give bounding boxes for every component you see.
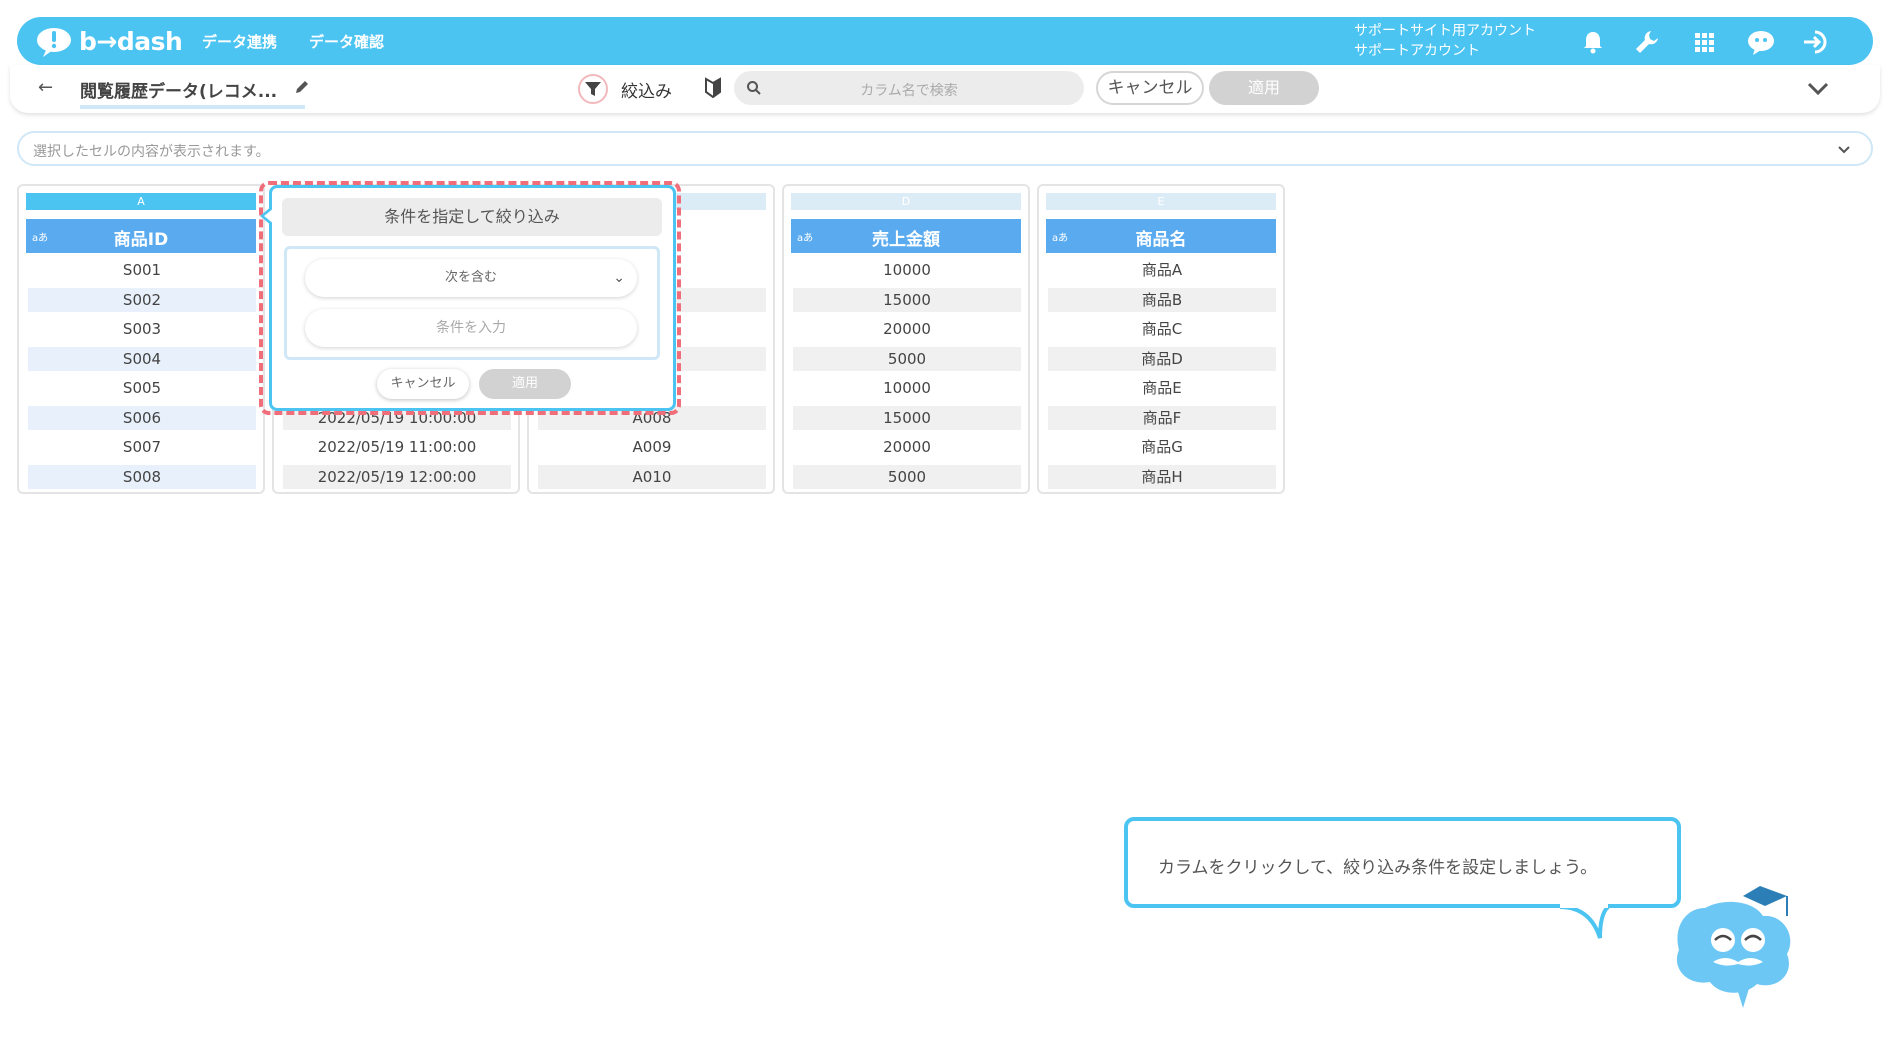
condition-input[interactable]: 条件を入力 — [305, 309, 637, 347]
mascot-character-icon — [1676, 886, 1791, 1008]
operator-value: 次を含む — [444, 270, 497, 285]
tip-speech-bubble: カラムをクリックして、絞り込み条件を設定しましょう。 — [1124, 817, 1681, 908]
table-cell[interactable]: A010 — [538, 464, 766, 489]
table-cell[interactable]: 5000 — [793, 464, 1021, 489]
back-arrow-icon[interactable]: ← — [38, 77, 53, 98]
table-cell[interactable]: S006 — [28, 405, 256, 430]
table-cell[interactable]: S002 — [28, 287, 256, 312]
column-name: 商品名 — [1135, 230, 1187, 250]
condition-panel: 次を含む ⌄ 条件を入力 — [284, 246, 660, 360]
table-cell[interactable]: 商品G — [1048, 435, 1276, 459]
table-cell[interactable]: S007 — [28, 435, 256, 459]
beginner-mark-icon[interactable] — [703, 77, 723, 103]
table-cell[interactable]: S005 — [28, 376, 256, 400]
account-info[interactable]: サポートサイト用アカウント サポートアカウント — [1354, 21, 1536, 61]
table-cell[interactable]: 2022/05/19 11:00:00 — [283, 435, 511, 459]
chat-icon[interactable] — [1745, 27, 1775, 57]
popup-cancel-button[interactable]: キャンセル — [377, 369, 469, 399]
table-cell[interactable]: 商品H — [1048, 464, 1276, 489]
table-cell[interactable]: S004 — [28, 346, 256, 371]
bell-icon[interactable] — [1578, 27, 1608, 57]
popup-apply-button[interactable]: 適用 — [479, 369, 571, 399]
table-cell[interactable]: 20000 — [793, 435, 1021, 459]
column-header[interactable]: aあ 商品名 — [1046, 219, 1276, 253]
sheet-title[interactable]: 閲覧履歴データ(レコメ... — [80, 77, 305, 109]
table-cell[interactable]: 商品B — [1048, 287, 1276, 312]
table-cell[interactable]: S001 — [28, 258, 256, 282]
filter-funnel-icon[interactable] — [578, 74, 608, 104]
sheet-toolbar: ← 閲覧履歴データ(レコメ... 絞込み カラム名で検索 キャンセル 適用 — [10, 65, 1880, 113]
toolbar-cancel-button[interactable]: キャンセル — [1096, 71, 1204, 105]
table-cell[interactable]: 商品F — [1048, 405, 1276, 430]
column-letter[interactable]: D — [791, 193, 1021, 210]
column-search-placeholder: カラム名で検索 — [860, 83, 958, 99]
table-cell[interactable]: S003 — [28, 317, 256, 341]
table-cell[interactable]: 20000 — [793, 317, 1021, 341]
column-d[interactable]: Daあ 売上金額 10000 15000 20000 5000 10000 15000 2000… — [782, 184, 1030, 494]
table-cell[interactable]: 10000 — [793, 258, 1021, 282]
column-letter[interactable]: E — [1046, 193, 1276, 210]
table-cell[interactable]: 15000 — [793, 405, 1021, 430]
column-letter[interactable]: A — [26, 193, 256, 210]
filter-condition-popup: 条件を指定して絞り込み 次を含む ⌄ 条件を入力 キャンセル 適用 — [260, 185, 676, 411]
top-navbar: b→dash データ連携 データ確認 サポートサイト用アカウント サポートアカウ… — [17, 17, 1873, 65]
table-cell[interactable]: 10000 — [793, 376, 1021, 400]
logout-icon[interactable] — [1801, 27, 1831, 57]
nav-data-confirm[interactable]: データ確認 — [309, 31, 384, 52]
column-header[interactable]: aあ 商品ID — [26, 219, 256, 253]
cell-content-bar[interactable]: 選択したセルの内容が表示されます。 — [17, 131, 1873, 166]
table-cell[interactable]: A009 — [538, 435, 766, 459]
expand-chevron-icon[interactable] — [1837, 144, 1851, 156]
table-cell[interactable]: 商品E — [1048, 376, 1276, 400]
column-a[interactable]: Aaあ 商品ID S001 S002 S003 S004 S005 S006 S007 S008 — [17, 184, 265, 494]
column-name: 商品ID — [113, 230, 169, 250]
table-cell[interactable]: 5000 — [793, 346, 1021, 371]
popup-title: 条件を指定して絞り込み — [282, 198, 662, 236]
column-e[interactable]: Eaあ 商品名商品A 商品B 商品C 商品D 商品E 商品F 商品G 商品H — [1037, 184, 1285, 494]
column-name: 売上金額 — [872, 230, 940, 250]
pencil-edit-icon[interactable] — [293, 78, 311, 100]
bubble-tail — [1560, 904, 1610, 939]
table-cell[interactable]: 15000 — [793, 287, 1021, 312]
toolbar-apply-button[interactable]: 適用 — [1209, 71, 1319, 105]
operator-select[interactable]: 次を含む ⌄ — [305, 259, 637, 297]
table-cell[interactable]: 商品A — [1048, 258, 1276, 282]
tip-text: カラムをクリックして、絞り込み条件を設定しましょう。 — [1158, 858, 1598, 878]
cell-content-placeholder: 選択したセルの内容が表示されます。 — [33, 144, 270, 160]
column-search-input[interactable]: カラム名で検索 — [734, 71, 1084, 105]
account-site: サポートサイト用アカウント — [1354, 23, 1536, 39]
table-cell[interactable]: S008 — [28, 464, 256, 489]
table-cell[interactable]: 商品C — [1048, 317, 1276, 341]
bdash-logo[interactable]: b→dash — [35, 23, 183, 59]
chevron-down-icon[interactable] — [1805, 78, 1831, 102]
logo-text: b→dash — [79, 26, 183, 56]
nav-data-integration[interactable]: データ連携 — [202, 31, 277, 52]
table-cell[interactable]: 2022/05/19 12:00:00 — [283, 464, 511, 489]
column-header[interactable]: aあ 売上金額 — [791, 219, 1021, 253]
apps-grid-icon[interactable] — [1689, 27, 1719, 57]
wrench-icon[interactable] — [1632, 27, 1662, 57]
account-name: サポートアカウント — [1354, 43, 1480, 59]
table-cell[interactable]: 商品D — [1048, 346, 1276, 371]
logo-cloud-icon — [35, 26, 73, 57]
chevron-down-icon: ⌄ — [613, 270, 625, 286]
filter-label[interactable]: 絞込み — [621, 77, 672, 102]
